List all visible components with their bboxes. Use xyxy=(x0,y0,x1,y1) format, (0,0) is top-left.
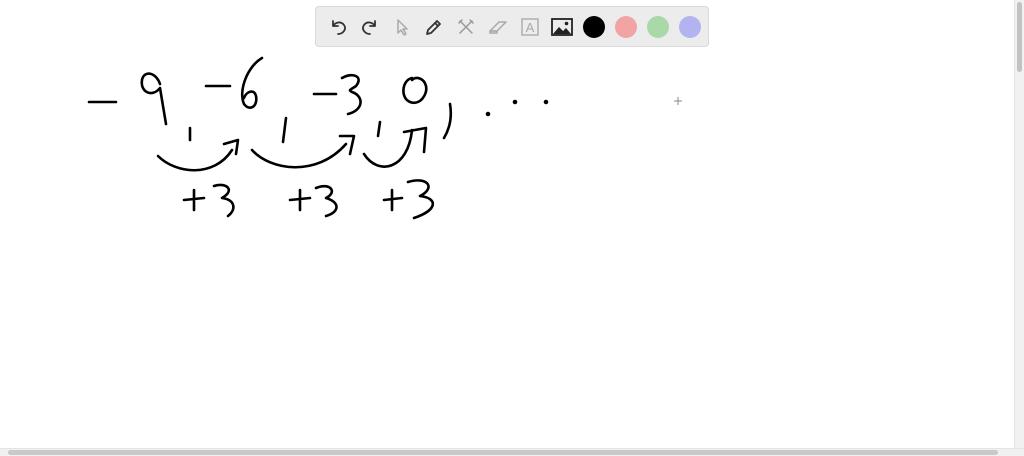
drawing-toolbar: A xyxy=(315,6,709,47)
ink-stroke-plus xyxy=(382,188,404,212)
eraser-icon xyxy=(489,20,507,34)
text-tool-icon: A xyxy=(521,17,539,36)
ink-stroke-nine xyxy=(140,72,168,126)
ink-dot xyxy=(512,99,518,105)
select-pointer-icon xyxy=(397,18,408,36)
color-swatch-red[interactable] xyxy=(610,11,642,43)
ink-stroke-comma xyxy=(376,120,382,138)
ink-arrow-curve xyxy=(362,128,414,168)
color-swatch-blue-dot xyxy=(679,15,701,38)
horizontal-scrollbar[interactable] xyxy=(0,448,1024,456)
ink-stroke-comma xyxy=(281,116,288,144)
vertical-scrollbar[interactable] xyxy=(1014,0,1024,448)
horizontal-scrollbar-thumb[interactable] xyxy=(8,450,998,455)
image-icon xyxy=(551,17,573,36)
undo-icon xyxy=(332,19,346,35)
whiteboard-app: A xyxy=(0,0,1024,456)
ink-arrow-curve xyxy=(250,142,348,169)
ink-stroke-three xyxy=(314,184,338,218)
ink-dot xyxy=(485,111,491,117)
text-tool-button[interactable]: A xyxy=(514,11,546,43)
ink-stroke-zero xyxy=(402,76,428,105)
pen-icon xyxy=(426,19,441,35)
select-button[interactable] xyxy=(386,11,418,43)
text-tool-label: A xyxy=(526,20,535,35)
tools-icon xyxy=(458,18,474,34)
vertical-scrollbar-thumb[interactable] xyxy=(1017,2,1022,72)
redo-button[interactable] xyxy=(354,11,386,43)
color-swatch-blue[interactable] xyxy=(674,11,706,43)
ink-arrow-curve xyxy=(156,148,234,172)
ink-stroke-comma xyxy=(442,102,453,140)
tools-button[interactable] xyxy=(450,11,482,43)
pen-button[interactable] xyxy=(418,11,450,43)
ink-stroke-three xyxy=(212,183,235,218)
drawing-canvas[interactable] xyxy=(0,0,1014,448)
undo-button[interactable] xyxy=(322,11,354,43)
ink-dot xyxy=(543,99,549,105)
color-swatch-red-dot xyxy=(615,15,637,38)
image-button[interactable] xyxy=(546,11,578,43)
color-swatch-green[interactable] xyxy=(642,11,674,43)
ink-stroke-six xyxy=(241,56,264,109)
ink-stroke-plus xyxy=(182,188,206,212)
redo-icon xyxy=(362,19,376,35)
ink-stroke-three xyxy=(406,179,435,220)
ink-stroke-plus xyxy=(288,188,312,212)
ink-arrow-head xyxy=(338,134,356,156)
color-swatch-green-dot xyxy=(647,15,669,38)
color-swatch-black[interactable] xyxy=(578,11,610,43)
cursor-crosshair-icon xyxy=(674,97,682,105)
eraser-button[interactable] xyxy=(482,11,514,43)
ink-stroke-three xyxy=(340,73,362,116)
color-swatch-black-dot xyxy=(583,15,605,38)
